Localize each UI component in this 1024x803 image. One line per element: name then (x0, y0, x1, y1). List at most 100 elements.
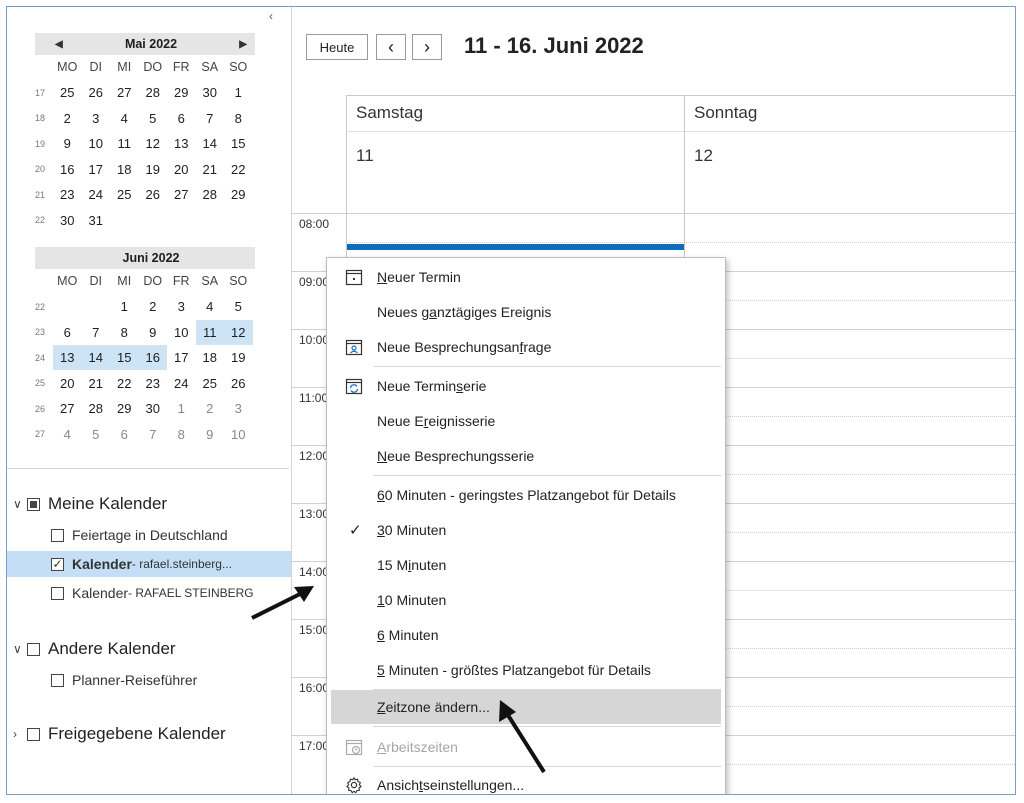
day-cell[interactable]: 4 (110, 106, 139, 131)
day-cell[interactable]: 18 (196, 345, 225, 370)
day-cell[interactable]: 23 (139, 371, 168, 396)
day-cell[interactable]: 28 (139, 80, 168, 105)
week-number[interactable]: 27 (35, 429, 53, 439)
menu-item-10-minuten[interactable]: 10 Minuten (331, 583, 721, 617)
week-number[interactable]: 24 (35, 353, 53, 363)
calendar-item-planner[interactable]: Planner-Reiseführer (51, 667, 287, 693)
day-cell[interactable]: 10 (167, 320, 196, 345)
day-cell[interactable]: 1 (224, 80, 253, 105)
day-cell[interactable]: 21 (82, 371, 111, 396)
day-cell[interactable]: 26 (82, 80, 111, 105)
chevron-down-icon[interactable]: ∨ (13, 642, 27, 656)
day-cell[interactable]: 20 (53, 371, 82, 396)
day-cell[interactable]: 6 (110, 422, 139, 447)
day-header-samstag[interactable]: Samstag 11 (346, 95, 684, 213)
day-cell[interactable]: 27 (110, 80, 139, 105)
menu-item-neue-ereignisserie[interactable]: Neue Ereignisserie (331, 404, 721, 438)
week-number[interactable]: 22 (35, 215, 53, 225)
day-cell[interactable]: 29 (224, 182, 253, 207)
day-cell[interactable]: 28 (196, 182, 225, 207)
day-cell[interactable]: 10 (82, 131, 111, 156)
previous-month-icon[interactable]: ◀ (55, 39, 63, 50)
day-cell[interactable]: 13 (167, 131, 196, 156)
day-cell[interactable]: 18 (110, 157, 139, 182)
group-meine-kalender[interactable]: ∨ Meine Kalender (13, 494, 167, 514)
menu-item-neue-terminserie[interactable]: Neue Terminserie (331, 369, 721, 403)
day-cell[interactable]: 14 (196, 131, 225, 156)
day-cell[interactable]: 2 (53, 106, 82, 131)
day-cell[interactable]: 8 (224, 106, 253, 131)
day-cell[interactable]: 23 (53, 182, 82, 207)
day-cell[interactable]: 19 (224, 345, 253, 370)
menu-item-5-minuten[interactable]: 5 Minuten - größtes Platzangebot für Det… (331, 653, 721, 687)
chevron-right-icon[interactable]: › (13, 727, 27, 741)
day-cell[interactable]: 14 (81, 345, 110, 371)
day-cell[interactable]: 7 (82, 320, 111, 345)
day-cell[interactable]: 7 (139, 422, 168, 447)
day-cell[interactable]: 29 (167, 80, 196, 105)
day-cell[interactable]: 25 (110, 182, 139, 207)
menu-item-60-minuten[interactable]: 60 Minuten - geringstes Platzangebot für… (331, 478, 721, 512)
day-cell[interactable]: 8 (110, 320, 139, 345)
day-cell[interactable]: 5 (82, 422, 111, 447)
day-cell[interactable]: 21 (196, 157, 225, 182)
calendar-item-feiertage[interactable]: Feiertage in Deutschland (51, 522, 287, 548)
next-month-icon[interactable]: ▶ (239, 39, 247, 50)
day-cell[interactable]: 30 (196, 80, 225, 105)
day-cell[interactable]: 1 (167, 396, 196, 421)
day-cell[interactable]: 27 (167, 182, 196, 207)
day-cell[interactable]: 20 (167, 157, 196, 182)
day-cell[interactable]: 30 (53, 208, 82, 233)
day-cell[interactable]: 4 (196, 294, 225, 319)
day-cell[interactable]: 24 (167, 371, 196, 396)
menu-item-besprechungsanfrage[interactable]: Neue Besprechungsanfrage (331, 330, 721, 364)
day-cell[interactable]: 22 (224, 157, 253, 182)
checkbox-checked[interactable]: ✓ (51, 557, 64, 571)
today-button[interactable]: Heute (306, 34, 368, 60)
collapse-pane-icon[interactable]: ‹ (269, 9, 273, 23)
group-checkbox[interactable] (27, 497, 40, 511)
day-cell[interactable]: 17 (82, 157, 111, 182)
day-cell[interactable]: 9 (196, 422, 225, 447)
day-cell[interactable]: 6 (167, 106, 196, 131)
menu-item-ganztaegiges-ereignis[interactable]: Neues ganztägiges Ereignis (331, 295, 721, 329)
day-cell[interactable]: 15 (224, 131, 253, 156)
day-cell[interactable]: 2 (139, 294, 168, 319)
calendar-item-kalender-selected[interactable]: ✓ Kalender - rafael.steinberg... (7, 551, 291, 577)
day-cell[interactable]: 29 (110, 396, 139, 421)
day-cell[interactable]: 11 (195, 319, 224, 345)
group-freigegebene-kalender[interactable]: › Freigegebene Kalender (13, 724, 226, 744)
day-cell[interactable]: 11 (110, 131, 139, 156)
day-cell[interactable]: 25 (53, 80, 82, 105)
menu-item-30-minuten[interactable]: ✓ 30 Minuten (331, 513, 721, 547)
day-cell[interactable]: 17 (167, 345, 196, 370)
day-cell[interactable]: 9 (53, 131, 82, 156)
day-cell[interactable]: 24 (82, 182, 111, 207)
week-number[interactable]: 18 (35, 113, 53, 123)
next-week-button[interactable]: › (412, 34, 442, 60)
day-cell[interactable]: 5 (139, 106, 168, 131)
week-number[interactable]: 26 (35, 404, 53, 414)
day-cell[interactable]: 12 (139, 131, 168, 156)
day-cell[interactable]: 1 (110, 294, 139, 319)
day-cell[interactable]: 26 (139, 182, 168, 207)
week-number[interactable]: 22 (35, 302, 53, 312)
previous-week-button[interactable]: ‹ (376, 34, 406, 60)
day-cell[interactable]: 3 (224, 396, 253, 421)
menu-item-15-minuten[interactable]: 15 Minuten (331, 548, 721, 582)
day-cell[interactable]: 27 (53, 396, 82, 421)
week-number[interactable]: 20 (35, 164, 53, 174)
day-cell[interactable]: 13 (53, 345, 82, 371)
week-number[interactable]: 19 (35, 139, 53, 149)
day-cell[interactable]: 19 (139, 157, 168, 182)
day-cell[interactable]: 15 (110, 345, 139, 371)
menu-item-6-minuten[interactable]: 6 Minuten (331, 618, 721, 652)
day-cell[interactable]: 26 (224, 371, 253, 396)
day-cell[interactable]: 16 (138, 345, 167, 371)
day-cell[interactable]: 10 (224, 422, 253, 447)
group-andere-kalender[interactable]: ∨ Andere Kalender (13, 639, 176, 659)
group-checkbox[interactable] (27, 642, 40, 656)
day-cell[interactable]: 9 (139, 320, 168, 345)
week-number[interactable]: 25 (35, 378, 53, 388)
day-cell[interactable]: 4 (53, 422, 82, 447)
